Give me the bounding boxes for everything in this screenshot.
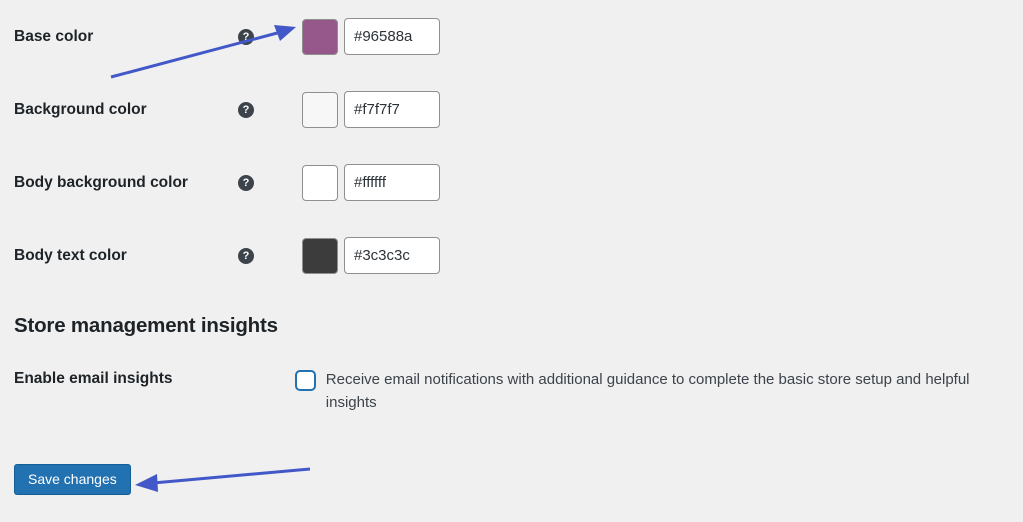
field-col: Receive email notifications with additio…: [253, 368, 1009, 415]
field-col: [258, 237, 440, 274]
field-label: Base color: [14, 28, 230, 46]
help-icon[interactable]: ?: [238, 29, 254, 45]
label-col: Body text color ?: [14, 247, 258, 265]
color-swatch[interactable]: [302, 165, 338, 201]
color-swatch[interactable]: [302, 92, 338, 128]
help-icon[interactable]: ?: [238, 248, 254, 264]
color-swatch[interactable]: [302, 19, 338, 55]
field-col: [258, 164, 440, 201]
field-col: [258, 91, 440, 128]
row-background-color: Background color ?: [14, 73, 1009, 146]
field-label: Body background color: [14, 174, 230, 192]
hex-input[interactable]: [344, 164, 440, 201]
field-label: Background color: [14, 101, 230, 119]
help-icon[interactable]: ?: [238, 102, 254, 118]
row-enable-email-insights: Enable email insights Receive email noti…: [14, 352, 1009, 425]
arrow-icon: [135, 459, 315, 499]
label-col: Background color ?: [14, 101, 258, 119]
checkbox-description: Receive email notifications with additio…: [326, 368, 1009, 415]
label-col: Base color ?: [14, 28, 258, 46]
row-body-text-color: Body text color ?: [14, 219, 1009, 292]
help-icon[interactable]: ?: [238, 175, 254, 191]
label-col: Body background color ?: [14, 174, 258, 192]
hex-input[interactable]: [344, 18, 440, 55]
save-changes-button[interactable]: Save changes: [14, 464, 131, 495]
color-swatch[interactable]: [302, 238, 338, 274]
row-body-background-color: Body background color ?: [14, 146, 1009, 219]
field-label: Body text color: [14, 247, 230, 265]
checkbox-enable-email-insights[interactable]: [295, 370, 316, 391]
hex-input[interactable]: [344, 237, 440, 274]
row-base-color: Base color ?: [14, 0, 1009, 73]
hex-input[interactable]: [344, 91, 440, 128]
field-col: [258, 18, 440, 55]
field-label: Enable email insights: [14, 368, 253, 388]
section-title: Store management insights: [14, 314, 1009, 338]
